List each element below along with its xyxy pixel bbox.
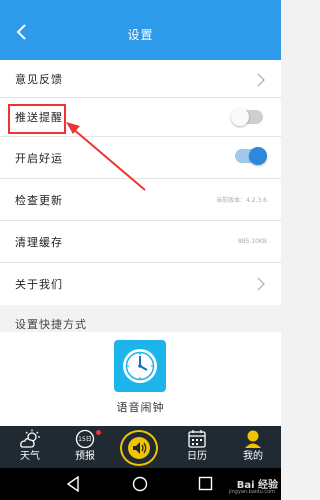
settings-item-update[interactable]: 检查更新 当前版本：4.2.3.6 [0, 179, 281, 221]
tab-label: 我的 [243, 451, 263, 462]
notification-dot [96, 430, 101, 435]
user-icon [245, 430, 261, 448]
tab-label: 天气 [20, 451, 40, 462]
forecast-days-value: 15日 [78, 436, 92, 443]
speaker-icon [128, 437, 150, 459]
tab-forecast[interactable]: 15日 预报 [60, 426, 110, 468]
settings-list: 意见反馈 推送提醒 开启好运 检查更新 当前版本：4.2.3.6 清理缓存 88… [0, 60, 281, 305]
toggle-knob [231, 108, 249, 126]
toggle-knob [249, 147, 267, 165]
voice-broadcast-button[interactable] [120, 430, 158, 466]
settings-item-label: 意见反馈 [15, 72, 63, 86]
tab-label: 预报 [75, 451, 95, 462]
watermark-url: jingyan.baidu.com [228, 489, 275, 495]
alarm-clock-shortcut[interactable] [114, 340, 166, 392]
recents-square-icon[interactable] [198, 476, 213, 491]
tab-mine[interactable]: 我的 [228, 426, 278, 468]
settings-item-label: 开启好运 [15, 151, 63, 165]
highlight-box [8, 104, 66, 134]
version-value: 当前版本：4.2.3.6 [216, 197, 267, 204]
push-toggle[interactable] [231, 108, 263, 126]
chevron-right-icon [257, 73, 265, 87]
settings-item-label: 清理缓存 [15, 235, 63, 249]
alarm-clock-label: 语音闹钟 [116, 401, 165, 414]
home-circle-icon[interactable] [132, 476, 148, 492]
weather-icon [20, 429, 40, 448]
tab-weather[interactable]: 天气 [5, 426, 55, 468]
settings-item-label: 检查更新 [15, 193, 63, 207]
alarm-clock-icon [123, 349, 157, 383]
tab-label: 日历 [187, 451, 207, 462]
top-bar: 设置 [0, 0, 281, 60]
calendar-icon [188, 430, 206, 448]
settings-item-label: 关于我们 [15, 278, 63, 291]
cache-size-value: 885.10KB [237, 238, 267, 245]
settings-item-cache[interactable]: 清理缓存 885.10KB [0, 221, 281, 263]
page-title: 设置 [127, 28, 154, 42]
bottom-tab-bar: 天气 15日 预报 日历 我的 [0, 426, 281, 468]
settings-item-feedback[interactable]: 意见反馈 [0, 60, 281, 98]
settings-item-luck: 开启好运 [0, 137, 281, 179]
tab-calendar[interactable]: 日历 [172, 426, 222, 468]
back-triangle-icon[interactable] [66, 476, 80, 492]
shortcut-section-title: 设置快捷方式 [15, 318, 87, 331]
settings-item-about[interactable]: 关于我们 [0, 263, 281, 305]
luck-toggle[interactable] [235, 147, 267, 165]
chevron-right-icon [257, 277, 265, 291]
